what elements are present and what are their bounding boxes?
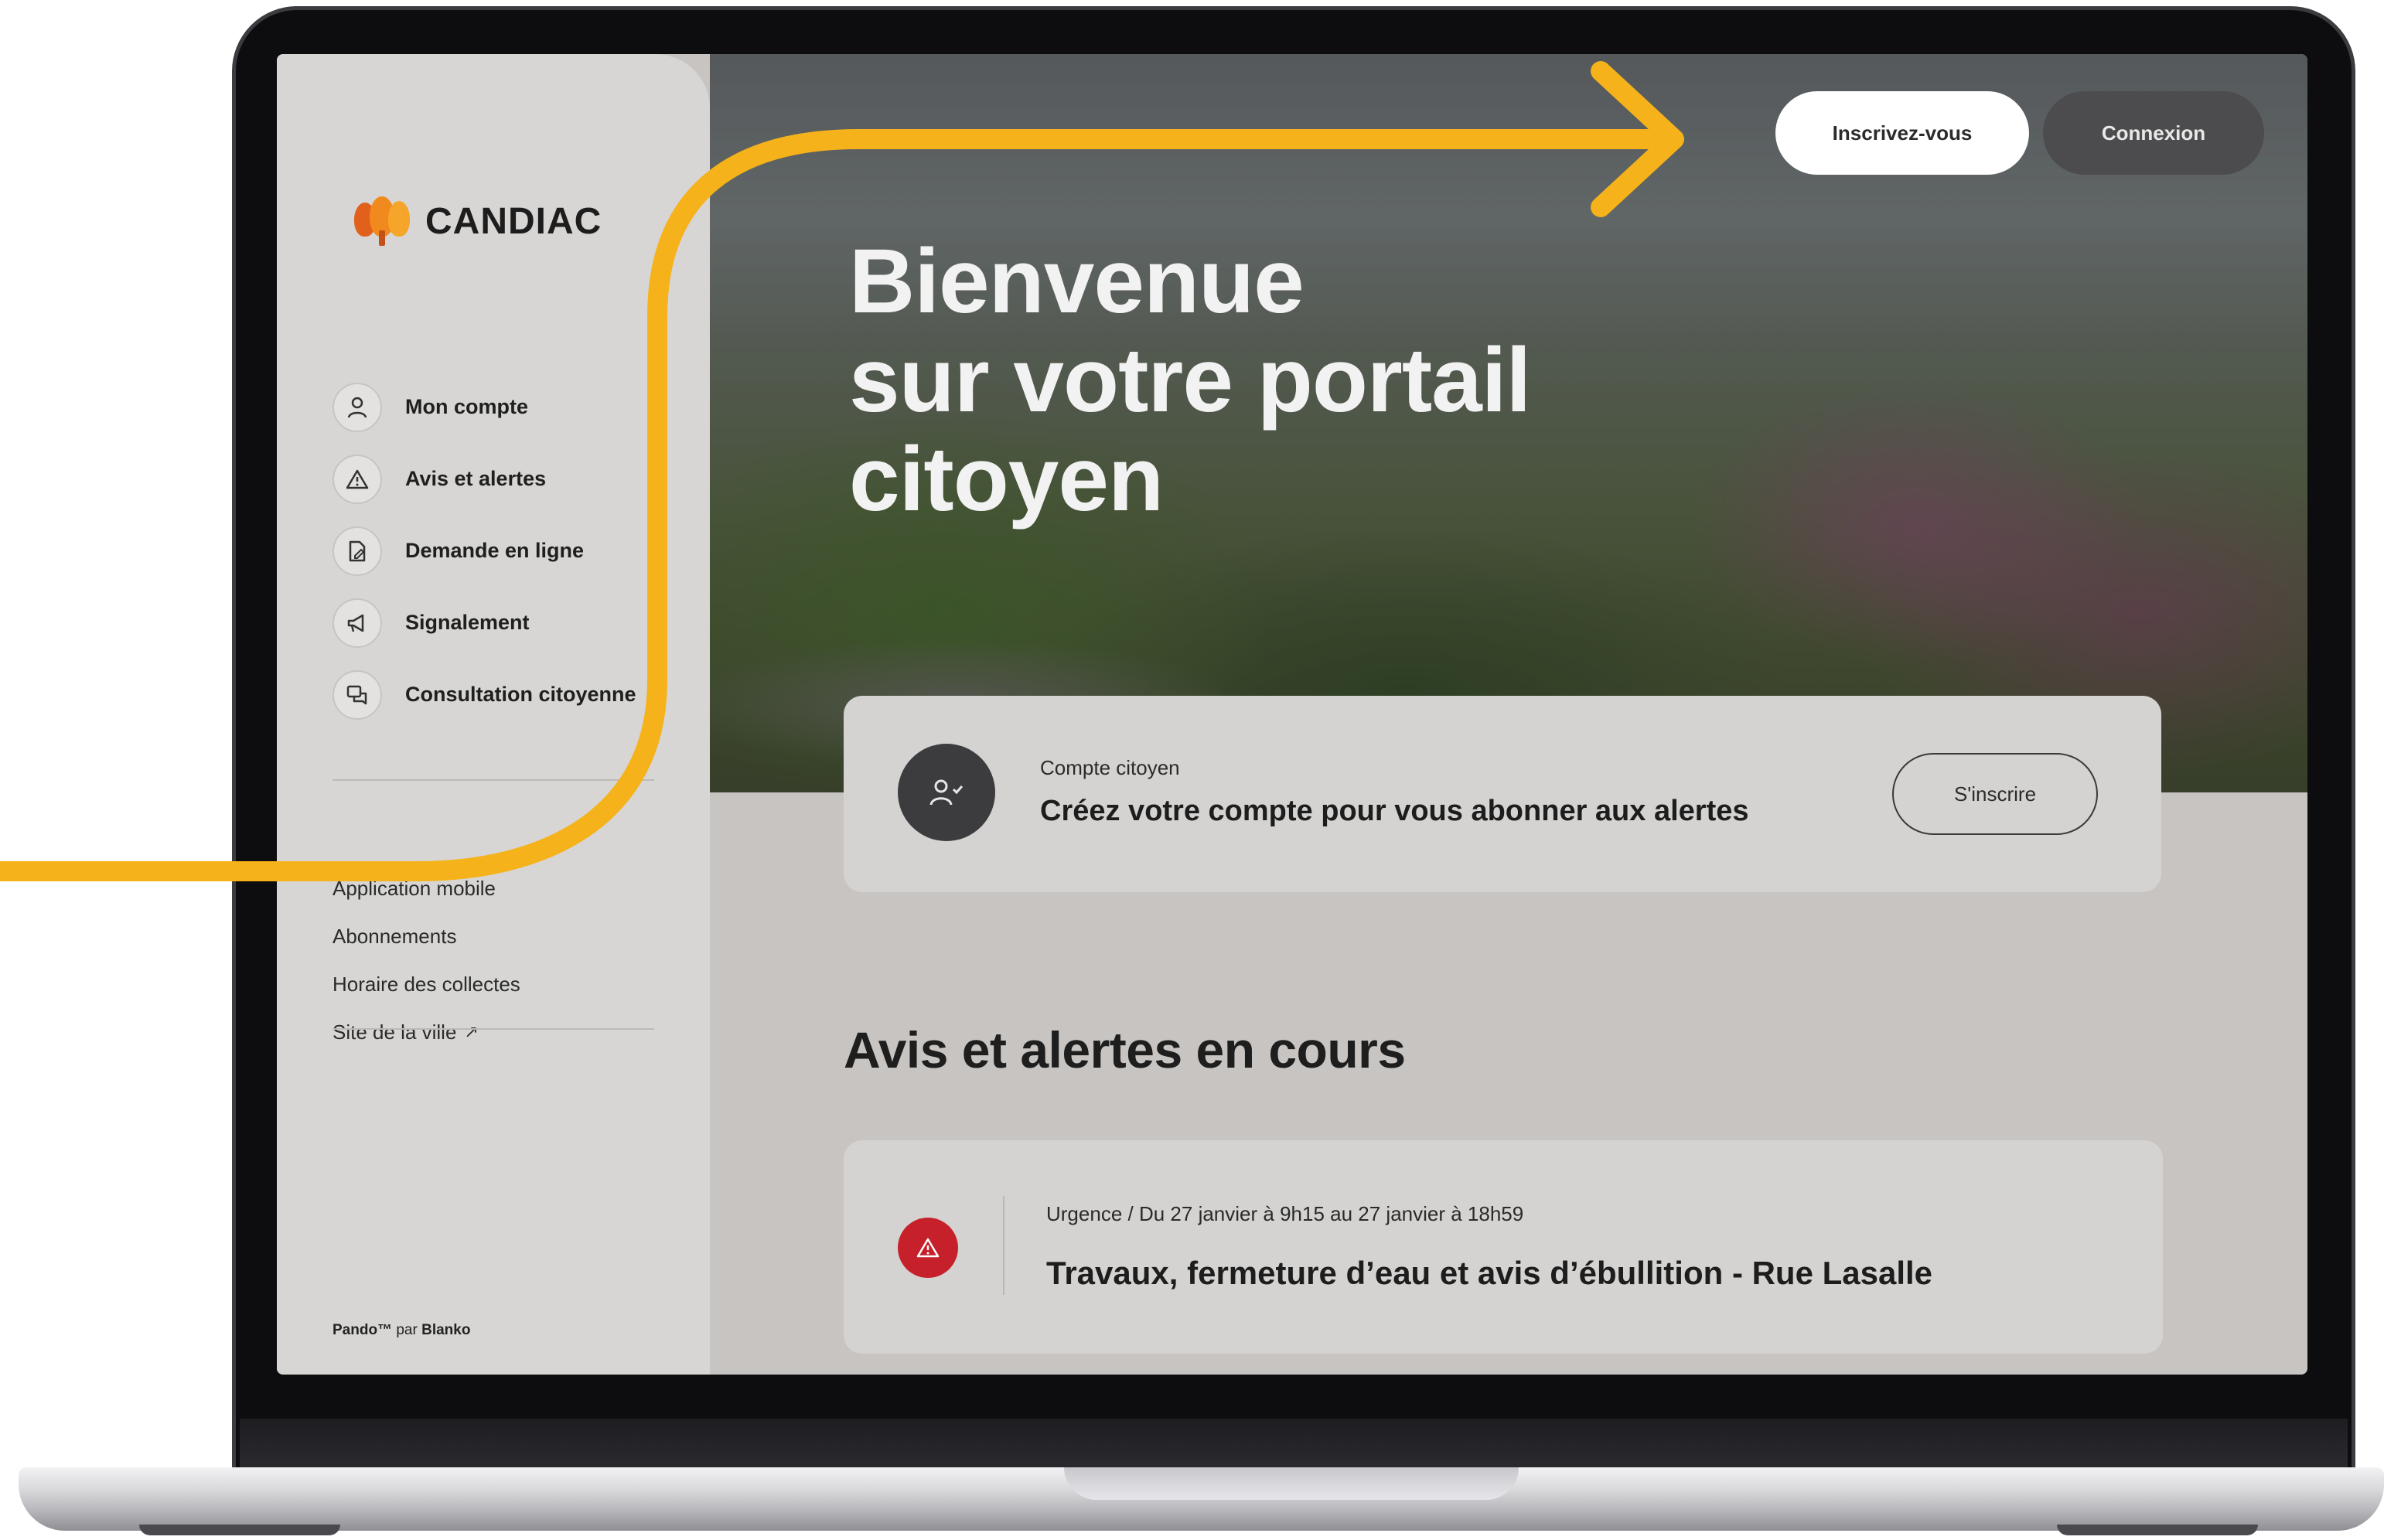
- screen: Bienvenue sur votre portail citoyen Insc…: [277, 54, 2307, 1375]
- megaphone-icon: [333, 598, 382, 648]
- sidebar-nav: Mon compte Avis et alertes Demande en li…: [333, 371, 636, 731]
- laptop-notch: [1064, 1467, 1519, 1500]
- alert-meta: Urgence / Du 27 janvier à 9h15 au 27 jan…: [1046, 1202, 1523, 1226]
- account-kicker: Compte citoyen: [1040, 756, 1180, 779]
- alert-card[interactable]: Urgence / Du 27 janvier à 9h15 au 27 jan…: [844, 1140, 2163, 1354]
- external-link-icon: ↗: [464, 1022, 479, 1042]
- user-icon: [333, 382, 382, 432]
- sidebar-item-label: Consultation citoyenne: [405, 683, 636, 706]
- company-name: Blanko: [421, 1322, 471, 1338]
- link-label: Site de la ville: [333, 1020, 457, 1044]
- sidebar-links: Application mobile Abonnements Horaire d…: [333, 864, 520, 1056]
- document-edit-icon: [333, 526, 382, 576]
- sidebar-item-label: Avis et alertes: [405, 467, 547, 490]
- register-button[interactable]: S'inscrire: [1892, 753, 2098, 835]
- sidebar-divider: [333, 1028, 654, 1030]
- sidebar-item-label: Mon compte: [405, 395, 528, 418]
- hero-title-line-2: sur votre portail: [849, 329, 1531, 431]
- sidebar-divider: [333, 779, 654, 781]
- sidebar-item-label: Demande en ligne: [405, 539, 585, 562]
- warning-icon: [333, 454, 382, 504]
- alert-title: Travaux, fermeture d’eau et avis d’ébull…: [1046, 1255, 1933, 1291]
- credit-by: par: [396, 1322, 418, 1338]
- footer-credit: Pando™ par Blanko: [333, 1322, 470, 1339]
- laptop-foot-right: [2057, 1525, 2258, 1535]
- sidebar-item-demande-en-ligne[interactable]: Demande en ligne: [333, 515, 636, 587]
- alerts-section-title: Avis et alertes en cours: [844, 1021, 1406, 1078]
- sidebar-item-consultation-citoyenne[interactable]: Consultation citoyenne: [333, 659, 636, 731]
- sidebar-item-label: Signalement: [405, 611, 530, 634]
- sidebar-item-avis-alertes[interactable]: Avis et alertes: [333, 443, 636, 515]
- link-application-mobile[interactable]: Application mobile: [333, 864, 520, 912]
- login-button[interactable]: Connexion: [2043, 91, 2264, 175]
- alert-category: Urgence: [1046, 1202, 1123, 1225]
- user-add-icon: [898, 744, 995, 841]
- warning-icon: [898, 1218, 958, 1278]
- alert-dates: / Du 27 janvier à 9h15 au 27 janvier à 1…: [1127, 1202, 1524, 1225]
- sidebar: CANDIAC Mon compte Avis et alertes Deman…: [277, 54, 710, 1375]
- alert-separator: [1003, 1196, 1004, 1295]
- hero-title-line-3: citoyen: [849, 428, 1164, 530]
- account-card: Compte citoyen Créez votre compte pour v…: [844, 696, 2161, 892]
- brand-name: CANDIAC: [425, 200, 602, 242]
- link-horaire-collectes[interactable]: Horaire des collectes: [333, 960, 520, 1008]
- brand-logo[interactable]: CANDIAC: [354, 196, 602, 246]
- hero-title-line-1: Bienvenue: [849, 230, 1305, 332]
- account-message: Créez votre compte pour vous abonner aux…: [1040, 795, 1749, 827]
- link-abonnements[interactable]: Abonnements: [333, 912, 520, 960]
- sidebar-item-mon-compte[interactable]: Mon compte: [333, 371, 636, 443]
- laptop-hinge: [240, 1419, 2348, 1474]
- chat-bubbles-icon: [333, 669, 382, 720]
- product-name: Pando™: [333, 1322, 393, 1338]
- signup-button[interactable]: Inscrivez-vous: [1775, 91, 2029, 175]
- laptop-foot-left: [139, 1525, 340, 1535]
- hero-title: Bienvenue sur votre portail citoyen: [849, 230, 1531, 530]
- sidebar-item-signalement[interactable]: Signalement: [333, 587, 636, 659]
- link-site-ville[interactable]: Site de la ville ↗: [333, 1008, 520, 1056]
- maple-leaf-icon: [354, 196, 411, 246]
